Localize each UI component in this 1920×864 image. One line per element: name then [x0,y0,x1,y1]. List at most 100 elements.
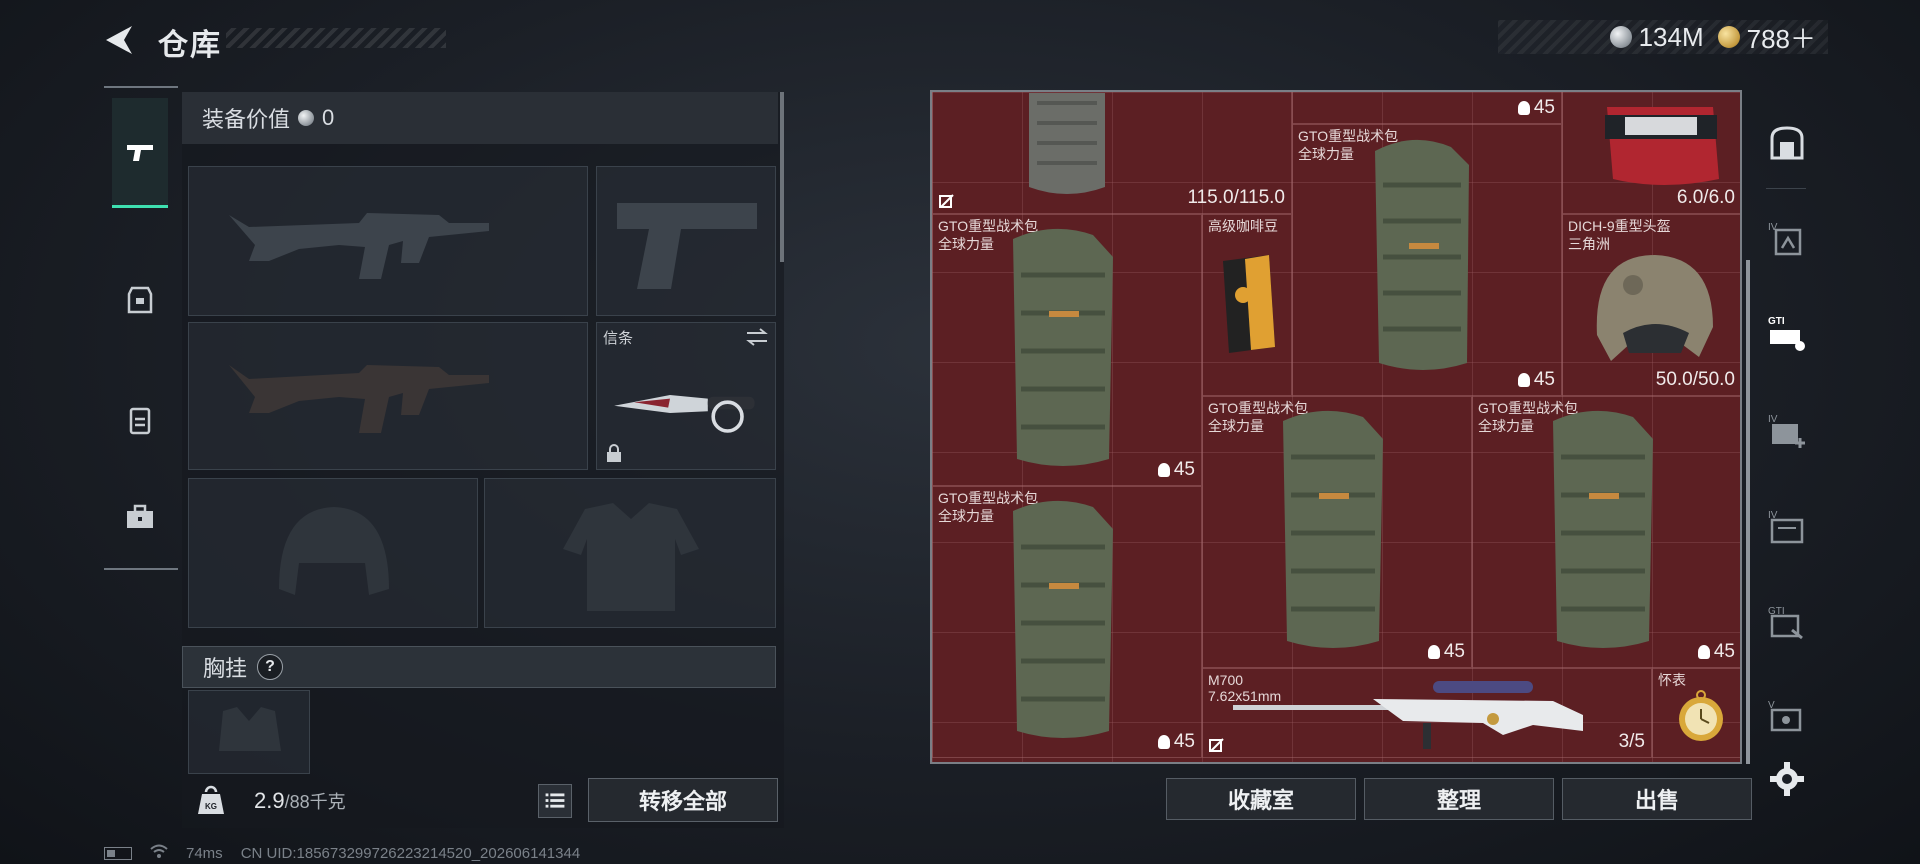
sort-button[interactable]: 整理 [1364,778,1554,820]
chest-rig-header: 胸挂 ? [182,646,776,688]
swap-icon[interactable] [745,327,769,347]
iv-folder-icon: IV [1768,510,1804,544]
svg-text:IV: IV [1768,414,1778,425]
item-capacity: 45 [1713,641,1735,662]
currency-gold[interactable]: 788＋ [1717,19,1816,56]
bag-icon [1517,101,1530,115]
settings-button[interactable] [1764,756,1810,802]
chest-rig-label: 胸挂 [203,656,248,681]
stash-item[interactable]: GTO重型战术包 全球力量 45 [1292,124,1562,396]
category-tabs [104,86,178,570]
tab-gear[interactable] [112,244,168,354]
tab-separator [1766,188,1806,189]
tactical-backpack-icon [1375,139,1469,370]
melee-slot-label: 信条 [603,330,634,347]
stash-grid: 115.0/115.0 45 6.0/6.0 GTO重型战术包 全球力量 45 [930,90,1742,764]
item-capacity-badge: 45 [1157,459,1195,481]
transfer-all-button[interactable]: 转移全部 [588,778,778,822]
backpack-icon [129,407,151,435]
item-durability: 50.0/50.0 [1655,369,1735,390]
item-capacity-badge: 45 [1157,731,1195,753]
tab-safe-box[interactable] [1764,120,1810,166]
item-ammo: 3/5 [1618,731,1645,752]
user-uid: CN UID:1856732997262232145​20_2026061413… [240,844,581,862]
coffee-bag-icon [1223,255,1275,353]
rifle-silhouette-icon [229,213,489,279]
helmet-slot[interactable] [188,478,478,628]
currency-bar: 134M 788＋ [1498,20,1828,54]
stash-item[interactable]: 115.0/115.0 [932,92,1292,214]
tab-weapons[interactable] [112,98,168,208]
equipment-value-label: 装备价值 [202,107,291,132]
stash-item[interactable]: GTO重型战术包 全球力量 45 [1472,396,1740,668]
iv-medkit-icon: IV [1768,414,1805,448]
weight-readout: 2.9/88千克 [254,788,346,814]
tab-stash-page-gti[interactable]: GTI [1764,310,1810,356]
pistol-silhouette-icon [617,203,757,289]
item-capacity: 45 [1533,97,1555,118]
primary-weapon-slot-1[interactable] [188,166,588,316]
tab-stash-page-gti-2[interactable]: GTI [1764,600,1810,646]
unsearched-icon [939,194,954,208]
currency-silver-value: 134M [1638,21,1704,52]
vest-silhouette-icon [563,503,699,611]
ping-readout: 74ms [186,844,223,862]
item-capacity-badge: 45 [1517,97,1555,119]
item-capacity-badge: 45 [1517,369,1555,391]
stash-item[interactable]: DICH-9重型头盔 三角洲 50.0/50.0 [1562,214,1740,396]
stash-scrollbar[interactable] [1746,260,1750,764]
stash-item[interactable]: GTO重型战术包 全球力量 45 [1202,396,1472,668]
battery-icon [104,846,132,860]
tab-backpack[interactable] [112,364,168,474]
help-icon[interactable]: ? [257,654,284,680]
equipment-panel: 装备价值 0 信条 胸挂 ? KG 2.9/88千克 转移全部 [182,92,784,828]
stash-item[interactable]: GTO重型战术包 全球力量 45 [932,214,1202,486]
tab-stash-page-iv-2[interactable]: IV [1764,408,1810,454]
collection-room-button[interactable]: 收藏室 [1166,778,1356,820]
gold-coin-icon [1717,26,1740,48]
equipment-scrollbar[interactable] [780,92,784,262]
tab-stash-page-iv-1[interactable]: IV [1764,216,1810,262]
currency-gold-value: 788＋ [1746,23,1816,54]
stash-item[interactable]: 怀表 [1652,668,1740,758]
tactical-backpack-icon [1013,228,1113,466]
silver-coin-icon [298,110,315,126]
gti-hand-icon: GTI [1768,606,1803,640]
item-capacity: 45 [1533,369,1555,390]
bag-icon [1697,645,1710,659]
stash-item[interactable]: 45 [1292,92,1562,124]
knife-icon [614,395,755,433]
list-view-button[interactable] [538,784,572,818]
tab-toolbox[interactable] [112,462,168,572]
chest-rig-silhouette-icon [219,707,281,751]
item-capacity: 45 [1443,641,1465,662]
safe-box-icon [1770,126,1804,160]
gti-rifle-icon: GTI [1768,316,1805,351]
melee-slot[interactable]: 信条 [596,322,776,470]
bag-icon [1517,373,1530,387]
primary-weapon-slot-2[interactable] [188,322,588,470]
equipment-value-row: 装备价值 0 [182,92,778,144]
tab-stash-page-iv-3[interactable]: IV [1764,504,1810,550]
item-capacity-badge: 45 [1427,641,1465,663]
gear-icon [1770,762,1804,796]
title-decoration [226,28,446,48]
currency-silver[interactable]: 134M [1609,21,1704,53]
item-capacity-badge: 45 [1697,641,1735,663]
chest-rig-slot[interactable] [188,690,310,774]
item-capacity: 45 [1173,459,1195,480]
back-button[interactable] [102,22,138,58]
svg-text:KG: KG [205,802,217,811]
stash-item[interactable]: 6.0/6.0 [1562,92,1740,214]
armor-icon [127,286,153,314]
bag-icon [1157,463,1170,477]
stash-item[interactable]: GTO重型战术包 全球力量 45 [932,486,1202,758]
stash-item[interactable]: M700 7.62x51mm 3/5 [1202,668,1652,758]
v-box-icon: V [1768,700,1802,732]
sidearm-slot[interactable] [596,166,776,316]
sell-button[interactable]: 出售 [1562,778,1752,820]
stash-item[interactable]: 高级咖啡豆 [1202,214,1292,396]
bag-icon [1427,645,1440,659]
body-armor-slot[interactable] [484,478,776,628]
tab-stash-page-v[interactable]: V [1764,694,1810,740]
